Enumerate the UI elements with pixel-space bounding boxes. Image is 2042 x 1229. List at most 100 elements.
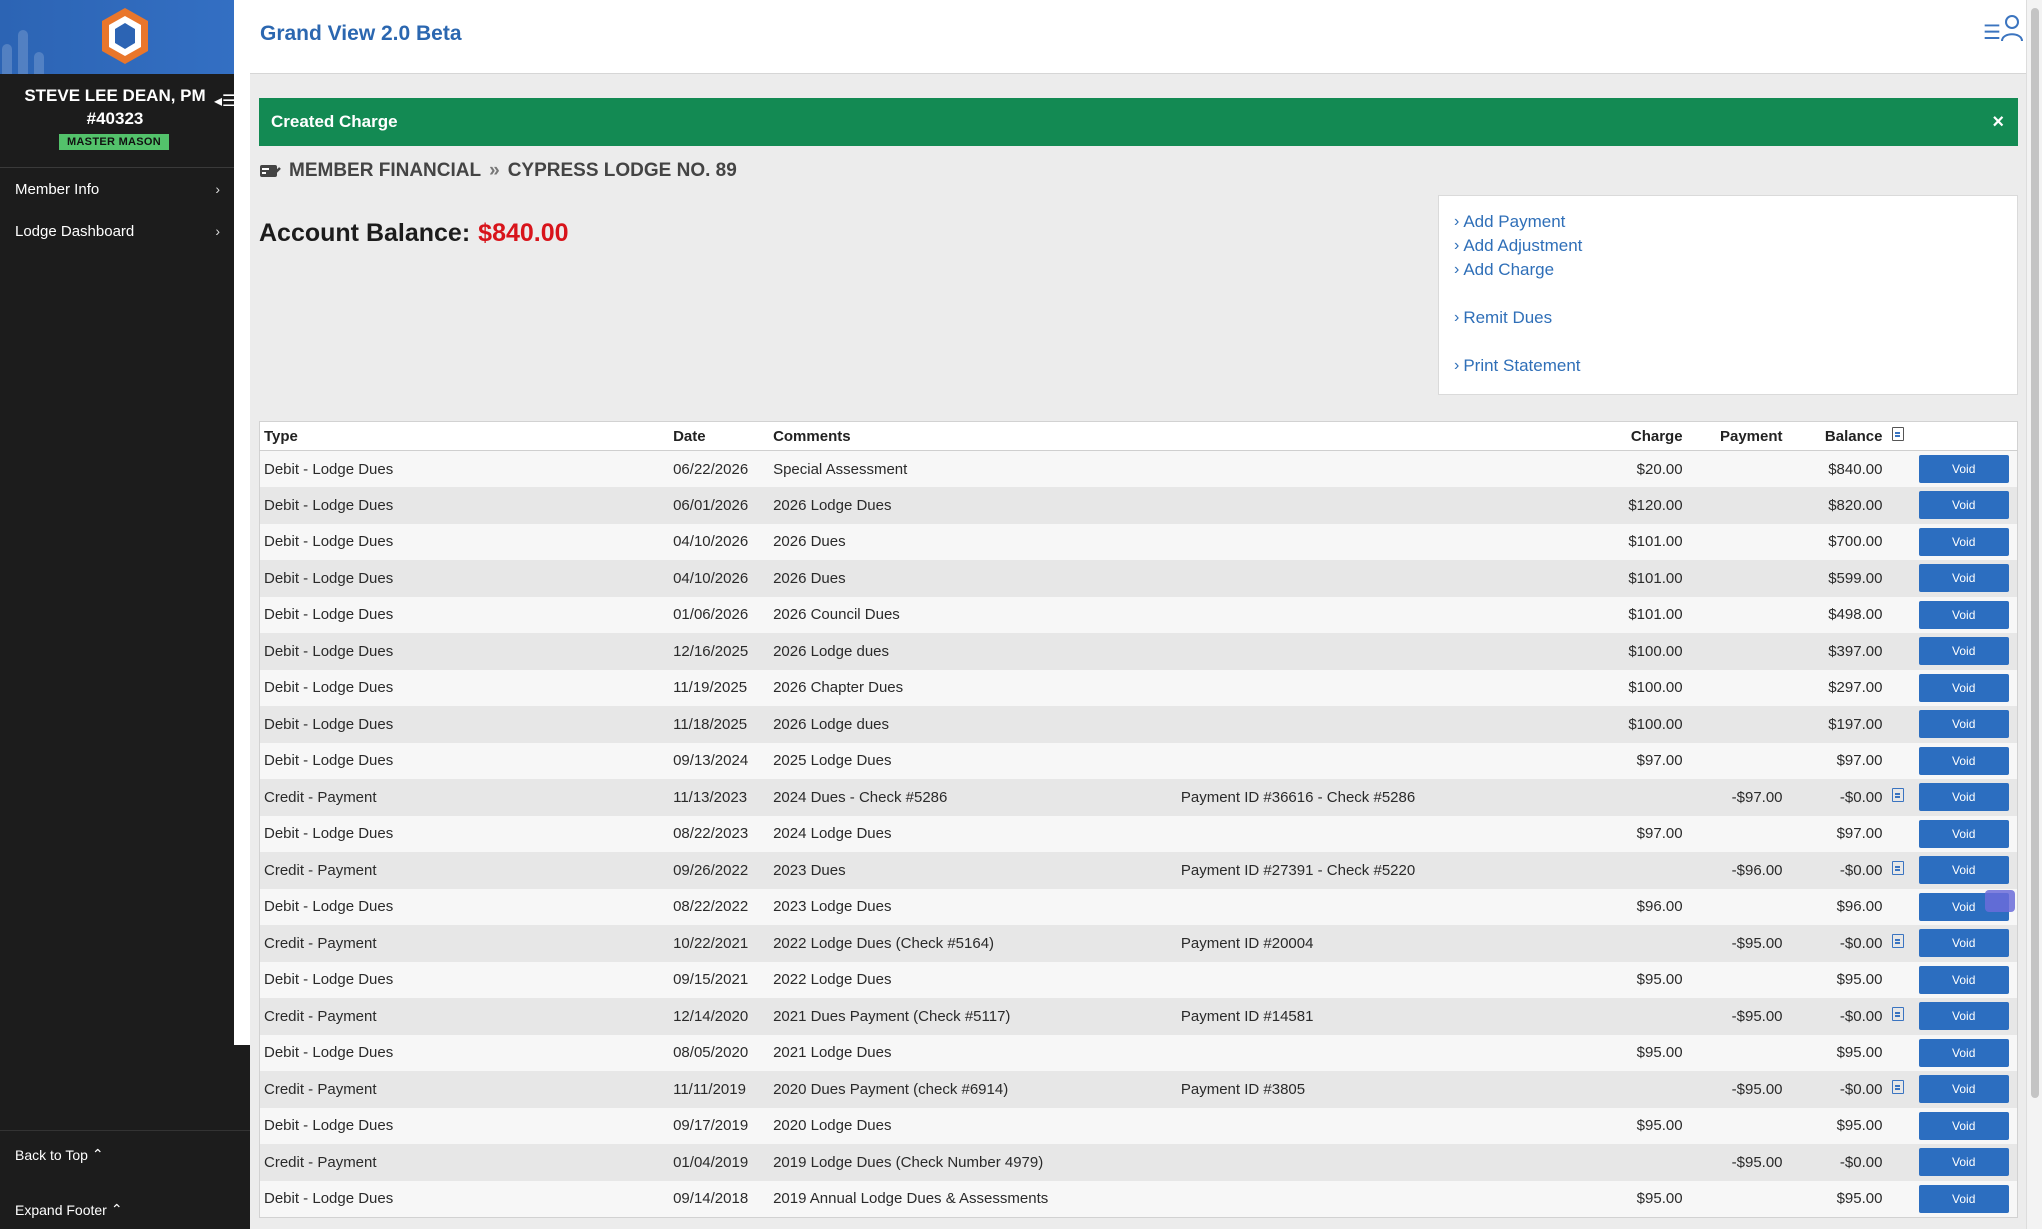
top-bar: Grand View 2.0 Beta ☰ [250, 0, 2026, 74]
table-row: Debit - Lodge Dues 01/06/2026 2026 Council… [259, 596, 2018, 634]
receipt-document-icon[interactable] [1892, 788, 1905, 803]
menu-icon[interactable]: ☰ [1983, 20, 2001, 45]
cell-payment [1687, 451, 1787, 488]
cell-date: 09/13/2024 [673, 752, 749, 770]
remit-dues-link[interactable]: › Remit Dues [1454, 308, 1552, 328]
cell-doc [1886, 1035, 1910, 1072]
void-button[interactable]: Void [1918, 746, 2009, 775]
sidebar-footer: Back to Top ⌃ Expand Footer ⌃ [0, 1130, 250, 1218]
table-row: Credit - Payment 01/04/2019 2019 Lodge Due… [259, 1144, 2018, 1181]
alert-message: Created Charge [271, 112, 398, 131]
cell-doc [1886, 889, 1910, 926]
receipt-document-icon[interactable] [1892, 1007, 1905, 1022]
cell-balance: -$0.00 [1839, 861, 1883, 879]
cell-note [1177, 597, 1587, 634]
table-row: Debit - Lodge Dues 12/16/2025 2026 Lodge d… [259, 633, 2018, 670]
cell-balance: -$0.00 [1839, 1007, 1883, 1025]
add-charge-link[interactable]: › Add Charge [1454, 260, 1554, 280]
breadcrumb-section[interactable]: MEMBER FINANCIAL [289, 160, 481, 182]
cell-type: Credit - Payment [264, 1007, 377, 1025]
void-button[interactable]: Void [1918, 783, 2009, 812]
cell-balance: $820.00 [1828, 496, 1883, 514]
cell-note [1177, 1035, 1587, 1072]
sidebar-item-member-info[interactable]: Member Info › [0, 168, 234, 210]
void-button[interactable]: Void [1918, 491, 2009, 520]
breadcrumb: MEMBER FINANCIAL » CYPRESS LODGE NO. 89 [259, 160, 737, 182]
cell-date: 08/05/2020 [673, 1044, 749, 1062]
table-row: Debit - Lodge Dues 04/10/2026 2026 Dues $10… [259, 523, 2018, 560]
cell-note [1177, 706, 1587, 743]
member-name: STEVE LEE DEAN, PM [24, 86, 206, 105]
cell-date: 11/18/2025 [673, 715, 748, 733]
cell-payment [1687, 1108, 1787, 1145]
cell-payment [1687, 487, 1787, 524]
user-icon[interactable] [2000, 14, 2024, 42]
void-button[interactable]: Void [1918, 1148, 2009, 1177]
add-adjustment-link[interactable]: › Add Adjustment [1454, 236, 1582, 256]
receipt-document-icon[interactable] [1892, 934, 1905, 949]
cell-comment: 2026 Chapter Dues [773, 679, 904, 697]
col-type[interactable]: Type [259, 421, 670, 451]
col-charge[interactable]: Charge [1586, 421, 1687, 451]
void-button[interactable]: Void [1918, 965, 2009, 994]
col-date[interactable]: Date [669, 421, 770, 451]
cell-comment: 2026 Lodge Dues [773, 496, 892, 514]
void-button[interactable]: Void [1918, 600, 2009, 629]
cell-balance: $97.00 [1836, 825, 1883, 843]
success-alert: Created Charge × [259, 98, 2018, 146]
void-button[interactable]: Void [1918, 1111, 2009, 1140]
col-comments[interactable]: Comments [769, 421, 1177, 451]
expand-footer-link[interactable]: Expand Footer ⌃ [0, 1201, 123, 1218]
chevron-right-icon: › [1454, 237, 1460, 254]
void-button[interactable]: Void [1918, 819, 2009, 848]
cell-payment: -$95.00 [1731, 1007, 1783, 1025]
void-button[interactable]: Void [1918, 673, 2009, 702]
cell-payment [1687, 1181, 1787, 1218]
cell-doc [1886, 1144, 1910, 1181]
print-statement-link[interactable]: › Print Statement [1454, 356, 1581, 376]
cell-comment: 2019 Lodge Dues (Check Number 4979) [773, 1153, 1044, 1171]
scrollbar-thumb[interactable] [2031, 8, 2039, 1098]
cell-balance: $498.00 [1828, 606, 1883, 624]
void-button[interactable]: Void [1918, 710, 2009, 739]
cell-comment: 2026 Lodge dues [773, 715, 890, 733]
cell-date: 12/14/2020 [673, 1007, 749, 1025]
app-logo[interactable] [99, 6, 151, 66]
cell-type: Debit - Lodge Dues [264, 496, 394, 514]
cell-charge: $120.00 [1628, 496, 1683, 514]
add-payment-link[interactable]: › Add Payment [1454, 212, 1565, 232]
cell-note [1177, 816, 1587, 853]
floating-widget-icon[interactable] [1985, 890, 2015, 912]
cell-charge: $100.00 [1628, 715, 1683, 733]
void-button[interactable]: Void [1918, 455, 2009, 483]
void-button[interactable]: Void [1918, 637, 2009, 666]
void-button[interactable]: Void [1918, 856, 2009, 885]
cell-type: Credit - Payment [264, 934, 377, 952]
cell-note [1177, 633, 1587, 670]
close-icon[interactable]: × [1992, 111, 2004, 134]
receipt-document-icon[interactable] [1892, 861, 1905, 876]
receipt-document-icon[interactable] [1892, 1080, 1905, 1095]
cell-balance: $95.00 [1836, 1190, 1883, 1207]
cell-note [1177, 1108, 1587, 1145]
void-button[interactable]: Void [1918, 1038, 2009, 1067]
void-button[interactable]: Void [1918, 929, 2009, 958]
void-button[interactable]: Void [1918, 1075, 2009, 1104]
col-payment[interactable]: Payment [1686, 421, 1787, 451]
chevron-right-icon: › [1454, 261, 1460, 278]
cell-charge: $97.00 [1636, 825, 1683, 843]
cell-note: Payment ID #27391 - Check #5220 [1180, 861, 1416, 879]
void-button[interactable]: Void [1918, 1184, 2009, 1213]
void-button[interactable]: Void [1918, 564, 2009, 593]
void-button[interactable]: Void [1918, 527, 2009, 556]
cell-doc [1886, 743, 1910, 780]
cell-action: Void [1910, 1035, 2017, 1072]
back-to-top-link[interactable]: Back to Top ⌃ [0, 1146, 104, 1163]
app-title[interactable]: Grand View 2.0 Beta [260, 22, 462, 46]
cell-payment: -$95.00 [1731, 1153, 1783, 1171]
col-balance[interactable]: Balance [1786, 421, 1887, 451]
page-scrollbar[interactable] [2026, 0, 2042, 1229]
void-button[interactable]: Void [1918, 1002, 2009, 1031]
sidebar-item-lodge-dashboard[interactable]: Lodge Dashboard › [0, 210, 234, 252]
cell-action: Void [1910, 962, 2017, 999]
